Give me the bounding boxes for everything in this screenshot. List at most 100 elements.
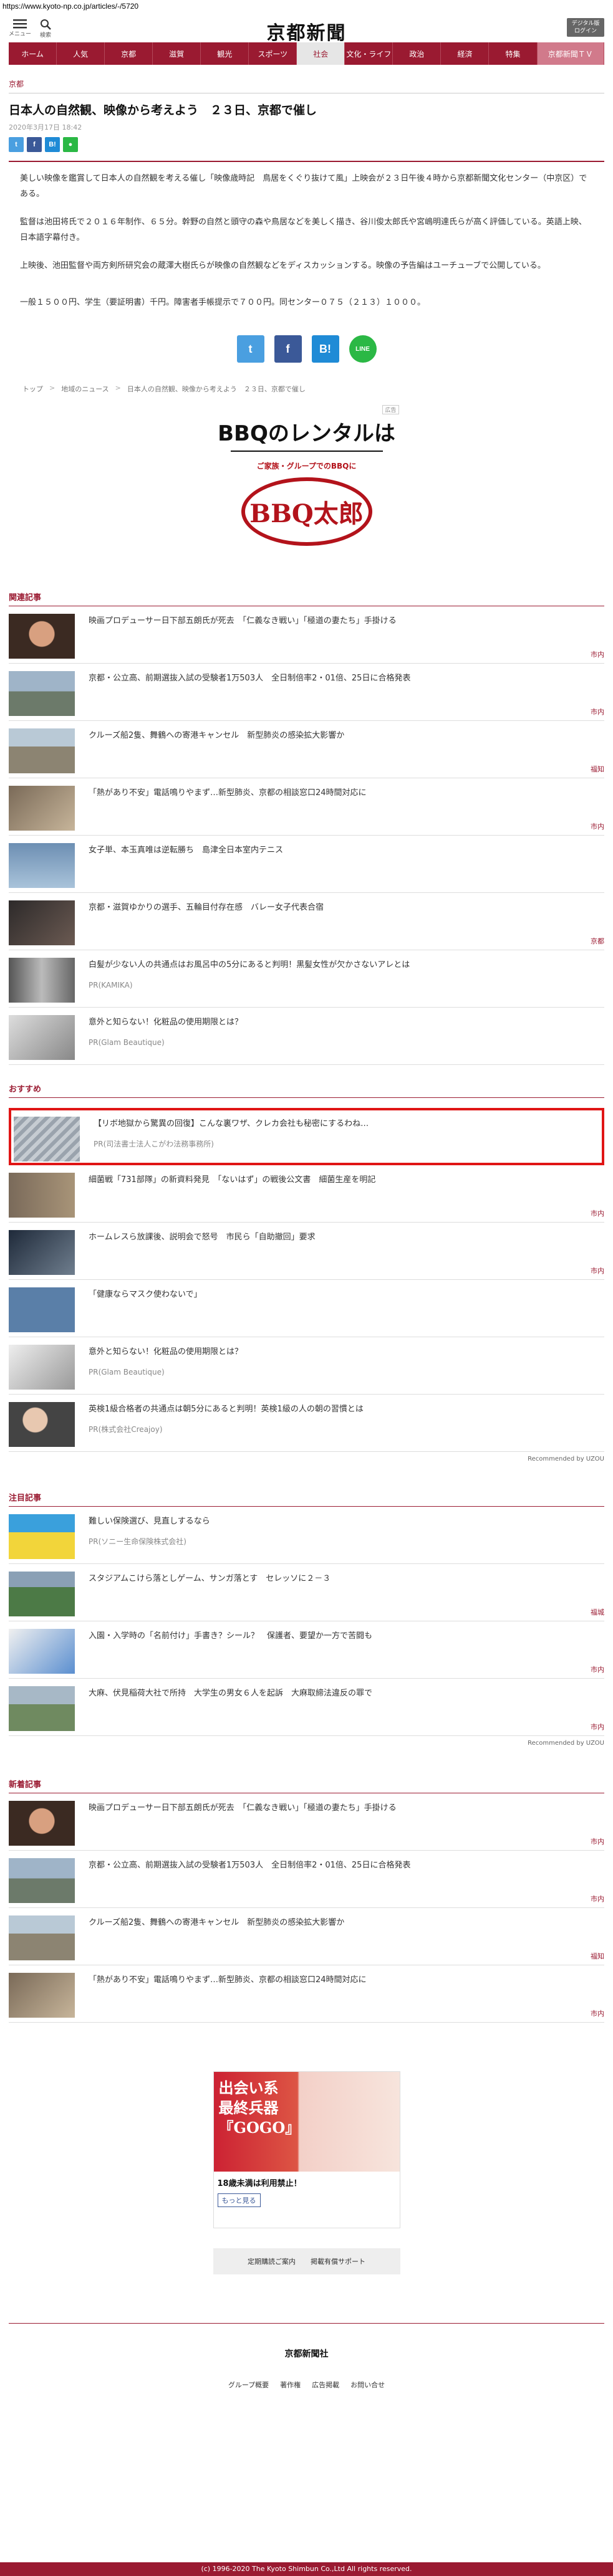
nav-politics[interactable]: 政治 — [393, 42, 442, 65]
footer-nav-item[interactable]: 広告掲載 — [312, 2380, 339, 2390]
item-title: 白髪が少ない人の共通点はお風呂中の5分にあると判明！黒髪女性が欠かさないアレとは… — [89, 958, 604, 991]
address-bar[interactable]: https://www.kyoto-np.co.jp/articles/-/57… — [0, 0, 613, 12]
item-tag: 市内 — [591, 1209, 604, 1218]
section-heading: 関連記事 — [9, 591, 604, 606]
ad-sub: ご家族・グループでのBBQに — [256, 462, 357, 470]
list-item[interactable]: 京都・滋賀ゆかりの選手、五輪目付存在感 バレー女子代表合宿 京都 — [9, 893, 604, 950]
thumbnail — [9, 1915, 75, 1960]
item-tag: 京都 — [591, 937, 604, 945]
list-item[interactable]: ホームレスら放課後、説明会で怒号 市民ら「自助撤回」要求 市内 — [9, 1223, 604, 1280]
item-text: 英検1級合格者の共通点は朝5分にあると判明！英検1級の人の朝の習慣とは — [89, 1405, 364, 1414]
paragraph: 監督は池田将氏で２０１６年制作、６５分。幹野の自然と頭守の森や鳥居などを美しく描… — [20, 217, 587, 242]
item-tag: 市内 — [591, 1267, 604, 1275]
item-title: 意外と知らない！化粧品の使用期限とは？ PR(Glam Beautique) — [89, 1345, 604, 1378]
list-item[interactable]: 入園・入学時の「名前付け」手書き？シール？ 保護者、要望か一方で苦闘も 市内 — [9, 1621, 604, 1679]
footer-nav-item[interactable]: 著作権 — [280, 2380, 301, 2390]
uzou-credit[interactable]: Recommended by UZOU — [9, 1456, 604, 1462]
thumbnail — [9, 1629, 75, 1674]
list-item[interactable]: 細菌戦「731部隊」の新資料発見 「ないはず」の戦後公文書 細菌生産を明記 市内 — [9, 1165, 604, 1223]
item-title: 入園・入学時の「名前付け」手書き？シール？ 保護者、要望か一方で苦闘も — [89, 1631, 373, 1641]
line-share-button[interactable]: LINE — [349, 335, 377, 363]
pr-label: PR(Glam Beautique) — [89, 1368, 165, 1376]
list-item[interactable]: 京都・公立高、前期選抜入試の受験者1万503人 全日制倍率2・01倍、25日に合… — [9, 1851, 604, 1908]
list-item[interactable]: 「熱があり不安」電話鳴りやまず…新型肺炎、京都の相談窓口24時間対応に 市内 — [9, 778, 604, 836]
pr-label: PR(株式会社Creajoy) — [89, 1425, 163, 1434]
list-item[interactable]: クルーズ船2隻、舞鶴への寄港キャンセル 新型肺炎の感染拡大影響か 福知 — [9, 721, 604, 778]
main-content: 京都 日本人の自然観、映像から考えよう ２３日、京都で催し 2020年3月17日… — [9, 79, 604, 2274]
thumbnail — [9, 1858, 75, 1903]
ad-more-button[interactable]: もっと見る — [217, 2193, 261, 2207]
list-item[interactable]: スタジアムこけら落としゲーム、サンガ落とす セレッソに２－３ 福城 — [9, 1564, 604, 1621]
list-item[interactable]: 大麻、伏見稲荷大社で所持 大学生の男女６人を起訴 大麻取締法違反の罪で 市内 — [9, 1679, 604, 1736]
breadcrumb-local[interactable]: 地域のニュース — [61, 384, 109, 394]
category-nav: ホーム 人気 京都 滋賀 観光 スポーツ 社会 文化・ライフ 政治 経済 特集 … — [9, 42, 604, 65]
list-item[interactable]: クルーズ船2隻、舞鶴への寄港キャンセル 新型肺炎の感染拡大影響か 福知 — [9, 1908, 604, 1965]
hatena-share-button[interactable]: B! — [45, 137, 60, 152]
thumbnail — [9, 1572, 75, 1616]
nav-shiga[interactable]: 滋賀 — [153, 42, 201, 65]
footer-links: 定期購読ご案内 掲載有償サポート — [213, 2248, 400, 2274]
item-title: 京都・滋賀ゆかりの選手、五輪目付存在感 バレー女子代表合宿 — [89, 903, 324, 912]
dating-ad[interactable]: 出会い系 最終兵器 『GOGO』 18歳未満は利用禁止！ もっと見る — [213, 2071, 400, 2228]
search-button[interactable]: 検索 — [40, 19, 51, 39]
pr-label: PR(Glam Beautique) — [89, 1038, 165, 1047]
item-title: 細菌戦「731部隊」の新資料発見 「ないはず」の戦後公文書 細菌生産を明記 — [89, 1175, 376, 1185]
subscription-link[interactable]: 定期購読ご案内 — [248, 2256, 296, 2266]
twitter-share-button[interactable]: t — [236, 335, 264, 363]
list-item[interactable]: 京都・公立高、前期選抜入試の受験者1万503人 全日制倍率2・01倍、25日に合… — [9, 664, 604, 721]
nav-culture[interactable]: 文化・ライフ — [345, 42, 393, 65]
list-item[interactable]: 難しい保険選び、見直しするなら PR(ソニー生命保険株式会社) — [9, 1507, 604, 1564]
item-title: 【リボ地獄から驚異の回復】こんな裏ワザ、クレカ会社も秘密にするわね… PR(司法書… — [94, 1117, 599, 1150]
nav-tv[interactable]: 京都新聞ＴＶ — [537, 42, 604, 65]
list-item[interactable]: 女子単、本玉真唯は逆転勝ち 島津全日本室内テニス — [9, 836, 604, 893]
line-share-button[interactable]: ● — [63, 137, 78, 152]
footer-nav-item[interactable]: グループ概要 — [228, 2380, 269, 2390]
item-tag: 市内 — [591, 708, 604, 716]
list-item-highlighted[interactable]: 【リボ地獄から驚異の回復】こんな裏ワザ、クレカ会社も秘密にするわね… PR(司法書… — [9, 1108, 604, 1165]
hatena-share-button[interactable]: B! — [311, 335, 339, 363]
facebook-share-button[interactable]: f — [27, 137, 42, 152]
chevron-right-icon: > — [115, 384, 121, 392]
list-item[interactable]: 白髪が少ない人の共通点はお風呂中の5分にあると判明！黒髪女性が欠かさないアレとは… — [9, 950, 604, 1008]
list-item[interactable]: 英検1級合格者の共通点は朝5分にあると判明！英検1級の人の朝の習慣とは PR(株式… — [9, 1395, 604, 1452]
related-section: 関連記事 映画プロデューサー日下部五朗氏が死去 「仁義なき戦い」「極道の妻たち」… — [9, 591, 604, 1065]
nav-economy[interactable]: 経済 — [441, 42, 490, 65]
support-link[interactable]: 掲載有償サポート — [311, 2256, 365, 2266]
ad-text: 18歳未満は利用禁止！ — [217, 2179, 302, 2188]
article-title: 日本人の自然観、映像から考えよう ２３日、京都で催し — [9, 103, 317, 117]
pr-label: PR(ソニー生命保険株式会社) — [89, 1537, 186, 1546]
item-tag: 市内 — [591, 1895, 604, 1903]
article-category[interactable]: 京都 — [9, 79, 604, 93]
ad-headline: 出会い系 最終兵器 『GOGO』 — [218, 2079, 301, 2137]
digital-login-button[interactable]: デジタル版 ログイン — [567, 18, 604, 37]
breadcrumb-top[interactable]: トップ — [22, 384, 43, 394]
nav-kyoto[interactable]: 京都 — [105, 42, 153, 65]
list-item[interactable]: 映画プロデューサー日下部五朗氏が死去 「仁義なき戦い」「極道の妻たち」手掛ける … — [9, 1793, 604, 1851]
facebook-share-button[interactable]: f — [274, 335, 302, 363]
nav-tourism[interactable]: 観光 — [201, 42, 249, 65]
nav-popular[interactable]: 人気 — [57, 42, 105, 65]
uzou-credit[interactable]: Recommended by UZOU — [9, 1740, 604, 1747]
item-title: 英検1級合格者の共通点は朝5分にあると判明！英検1級の人の朝の習慣とは PR(株式… — [89, 1402, 604, 1436]
section-heading: 新着記事 — [9, 1778, 604, 1793]
footer-nav: グループ概要 著作権 広告掲載 お問い合せ — [0, 2380, 613, 2390]
share-bar-top: t f B! ● — [9, 137, 604, 162]
menu-button[interactable]: メニュー — [9, 19, 31, 37]
nav-features[interactable]: 特集 — [489, 42, 538, 65]
thumbnail — [9, 1801, 75, 1846]
site-logo[interactable]: 京都新聞 — [267, 17, 347, 45]
ad-label: 広告 — [382, 405, 399, 414]
list-item[interactable]: 意外と知らない！化粧品の使用期限とは？ PR(Glam Beautique) — [9, 1337, 604, 1395]
list-item[interactable]: 「熱があり不安」電話鳴りやまず…新型肺炎、京都の相談窓口24時間対応に 市内 — [9, 1965, 604, 2023]
list-item[interactable]: 「健康ならマスク使わないで」 — [9, 1280, 604, 1337]
bbq-ad[interactable]: 広告 BBQのレンタルは ご家族・グループでのBBQに BBQ太郎 — [213, 405, 400, 563]
list-item[interactable]: 意外と知らない！化粧品の使用期限とは？ PR(Glam Beautique) — [9, 1008, 604, 1065]
nav-home[interactable]: ホーム — [9, 42, 57, 65]
footer-nav-item[interactable]: お問い合せ — [350, 2380, 385, 2390]
nav-society[interactable]: 社会 — [297, 42, 345, 65]
thumbnail — [9, 671, 75, 716]
nav-sports[interactable]: スポーツ — [249, 42, 297, 65]
footer-logo[interactable]: 京都新聞社 — [9, 2323, 604, 2360]
twitter-share-button[interactable]: t — [9, 137, 24, 152]
list-item[interactable]: 映画プロデューサー日下部五朗氏が死去 「仁義なき戦い」「極道の妻たち」手掛ける … — [9, 606, 604, 664]
